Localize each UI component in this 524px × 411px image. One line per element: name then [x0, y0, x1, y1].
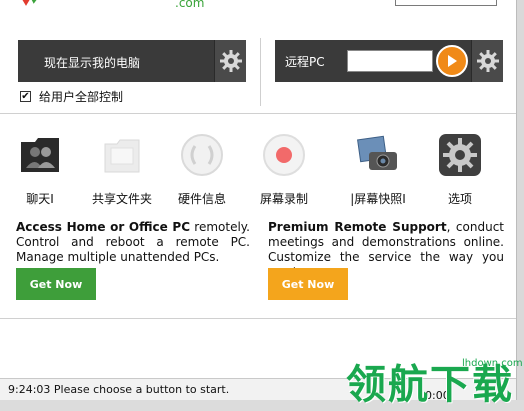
status-message: 9:24:03 Please choose a button to start.	[8, 383, 230, 396]
connect-panel: 现在显示我的电脑 远程PC ✔ 给用户全部控制	[0, 30, 516, 112]
remote-pc-bar: 远程PC	[275, 40, 503, 82]
tool-options-label: 选项	[447, 192, 472, 206]
screenshot-camera-icon	[357, 135, 397, 170]
tool-options[interactable]: 选项	[428, 132, 492, 207]
remote-pc-input[interactable]	[347, 50, 433, 72]
tool-hardware-info[interactable]: 硬件信息	[170, 132, 234, 207]
play-arrow-icon	[448, 55, 457, 67]
tool-hardware-info-label: 硬件信息	[177, 192, 226, 206]
tool-screenshot[interactable]: |屏幕快照I	[346, 132, 410, 207]
full-control-label: 给用户全部控制	[39, 90, 124, 104]
get-now-right-button[interactable]: Get Now	[268, 268, 348, 300]
show-my-computer-button[interactable]: 现在显示我的电脑	[18, 40, 246, 82]
panel-divider	[260, 38, 261, 106]
chat-people-icon	[21, 138, 59, 172]
top-field[interactable]	[395, 0, 497, 6]
tool-screen-record[interactable]: 屏幕录制	[252, 132, 316, 207]
separator	[0, 318, 516, 319]
tool-chat[interactable]: 聊天I	[8, 132, 72, 207]
promo-left-title: Access Home or Office PC	[16, 220, 191, 234]
separator	[0, 113, 516, 114]
tool-chat-label: 聊天I	[26, 192, 54, 206]
remote-pc-label: 远程PC	[285, 55, 325, 69]
tool-shared-folder[interactable]: 共享文件夹	[90, 132, 154, 207]
tool-shared-folder-label: 共享文件夹	[91, 192, 152, 206]
connect-go-button[interactable]	[436, 45, 468, 77]
gear-icon	[476, 50, 499, 72]
title-strip: .com	[0, 0, 524, 12]
remote-settings-button[interactable]	[471, 40, 503, 82]
get-now-left-button[interactable]: Get Now	[16, 268, 96, 300]
logo-text: .com	[175, 0, 205, 10]
hardware-info-icon	[181, 134, 223, 176]
shared-folder-icon	[104, 139, 140, 173]
full-control-option[interactable]: ✔ 给用户全部控制	[20, 88, 123, 105]
screen-record-icon	[263, 134, 305, 176]
promo-right-title: Premium Remote Support	[268, 220, 447, 234]
logo-icon	[22, 0, 37, 6]
full-control-checkbox[interactable]: ✔	[20, 91, 31, 102]
promo-left-text: Access Home or Office PC remotely. Contr…	[16, 220, 250, 265]
show-my-computer-label: 现在显示我的电脑	[44, 56, 141, 70]
window-scrollbar[interactable]	[516, 0, 524, 411]
gear-icon	[219, 50, 242, 72]
tool-screenshot-label: |屏幕快照I	[350, 192, 406, 206]
tool-screen-record-label: 屏幕录制	[259, 192, 308, 206]
my-computer-settings-button[interactable]	[214, 40, 246, 82]
options-gear-icon	[439, 134, 481, 176]
watermark-url: lhdown.com	[462, 358, 523, 369]
